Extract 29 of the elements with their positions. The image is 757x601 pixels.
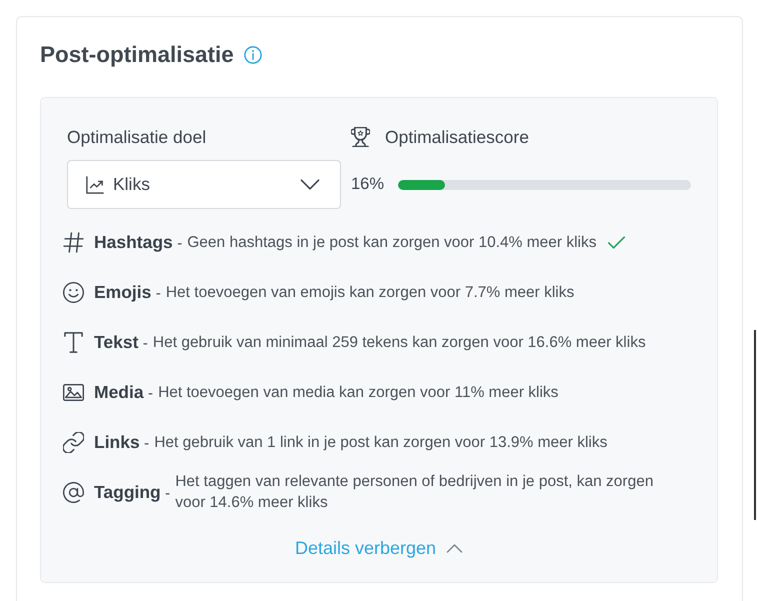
chevron-up-icon [446, 544, 464, 552]
factor-description: Geen hashtags in je post kan zorgen voor 10.4% meer kliks [187, 232, 597, 252]
score-reading: 16% [351, 175, 384, 194]
goal-dropdown[interactable]: Kliks [67, 160, 341, 209]
factor-description: Het toevoegen van emojis kan zorgen voor 7.7% meer kliks [166, 282, 574, 302]
factor-title: Links - [94, 432, 150, 452]
factor-description: Het taggen van relevante personen of bedrijven in je post, kan zorgen voor 14.6% meer kliks [175, 472, 654, 513]
info-icon[interactable] [244, 46, 262, 64]
chain-link-icon [63, 432, 84, 452]
scrollbar-thumb[interactable] [754, 330, 756, 520]
factor-description: Het gebruik van minimaal 259 tekens kan zorgen voor 16.6% meer kliks [152, 332, 646, 352]
factor-title: Tekst - [94, 332, 148, 352]
factor-description: Het toevoegen van media kan zorgen voor 11% meer kliks [158, 382, 558, 402]
score-label: Optimalisatiescore [385, 126, 529, 149]
smiley-icon [63, 282, 84, 302]
line-chart-icon [86, 176, 104, 194]
factor-title: Tagging - [94, 482, 170, 502]
factor-title: Hashtags - [94, 232, 182, 252]
factor-title: Emojis - [94, 282, 161, 302]
factor-description: Het gebruik van 1 link in je post kan zorgen voor 13.9% meer kliks [154, 432, 608, 452]
at-sign-icon [63, 482, 84, 502]
trophy-icon [351, 127, 370, 147]
hashtag-icon [63, 232, 84, 252]
section-title: Post-optimalisatie [40, 41, 234, 69]
goal-label: Optimalisatie doel [67, 126, 208, 149]
image-icon [63, 382, 84, 402]
letter-t-icon [63, 332, 84, 352]
factor-title: Media - [94, 382, 154, 402]
chevron-down-icon [300, 179, 320, 190]
